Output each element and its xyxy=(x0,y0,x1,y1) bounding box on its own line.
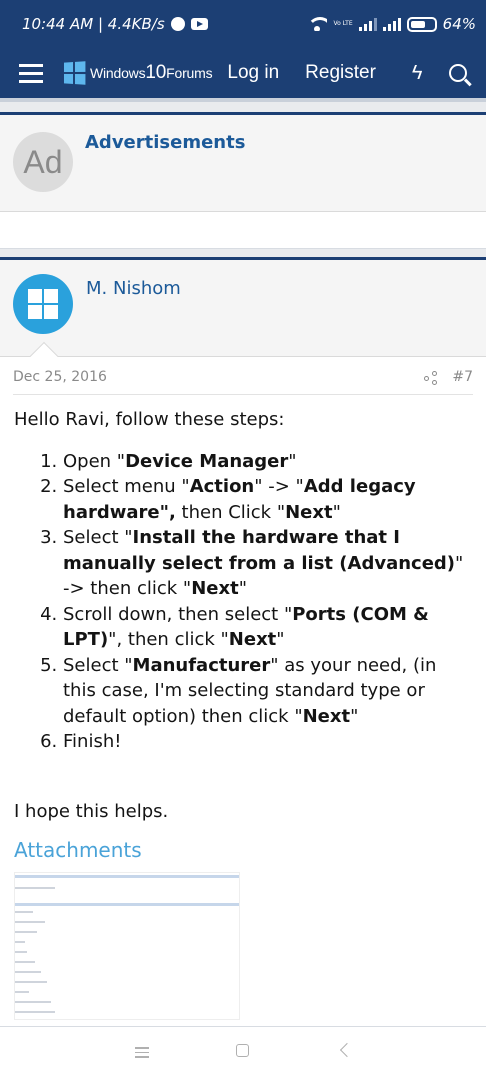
author-name[interactable]: M. Nishom xyxy=(86,278,181,299)
share-icon[interactable] xyxy=(424,371,438,385)
site-logo-text: Windows10Forums xyxy=(90,62,213,83)
system-navigation-bar xyxy=(0,1027,486,1080)
advertisement-card: Ad Advertisements xyxy=(0,112,486,249)
advertisement-header: Ad Advertisements xyxy=(0,115,486,212)
list-item: Select "Manufacturer" as your need, (in … xyxy=(63,653,472,730)
search-icon[interactable] xyxy=(448,64,467,82)
home-icon[interactable] xyxy=(236,1044,249,1057)
status-time: 10:44 AM | 4.4KB/s xyxy=(22,15,165,33)
list-item: Open "Device Manager" xyxy=(63,449,472,475)
attachments-title: Attachments xyxy=(14,838,142,862)
status-bar: 10:44 AM | 4.4KB/s Vo LTE 64% xyxy=(0,0,486,48)
list-item: Scroll down, then select "Ports (COM & L… xyxy=(63,602,472,653)
youtube-icon xyxy=(190,18,208,30)
user-avatar[interactable] xyxy=(13,274,73,334)
battery-percent: 64% xyxy=(442,15,476,33)
post-greeting: Hello Ravi, follow these steps: xyxy=(14,409,285,430)
volte-label: Vo LTE xyxy=(333,20,353,27)
post-body: Hello Ravi, follow these steps: Open "De… xyxy=(0,395,486,1020)
signal-icon-2 xyxy=(382,17,401,31)
site-logo[interactable]: Windows10Forums xyxy=(63,61,213,85)
attachment-thumbnail[interactable] xyxy=(14,871,240,1020)
windows-logo-icon xyxy=(28,289,58,319)
recent-apps-icon[interactable] xyxy=(135,1047,149,1061)
whats-new-bolt-icon[interactable]: ϟ xyxy=(412,62,423,85)
windows-logo-icon xyxy=(63,61,86,85)
steps-list: Open "Device Manager" Select menu "Actio… xyxy=(14,449,472,755)
list-item: Select "Install the hardware that I manu… xyxy=(63,525,472,602)
back-icon[interactable] xyxy=(339,1042,355,1058)
menu-icon[interactable] xyxy=(19,63,43,83)
list-item: Finish! xyxy=(63,729,472,755)
register-link[interactable]: Register xyxy=(305,62,376,84)
wifi-icon xyxy=(307,17,328,31)
list-item: Select menu "Action" -> "Add legacy hard… xyxy=(63,474,472,525)
post-closing: I hope this helps. xyxy=(14,800,169,822)
post-author-header: M. Nishom xyxy=(0,260,486,371)
post-meta: Dec 25, 2016 #7 xyxy=(13,357,473,395)
post-number[interactable]: #7 xyxy=(452,369,473,385)
site-header: Windows10Forums Log in Register ϟ xyxy=(0,48,486,102)
ad-avatar: Ad xyxy=(13,132,73,192)
signal-icon-1 xyxy=(358,17,377,31)
settings-icon xyxy=(170,17,185,31)
ad-title: Advertisements xyxy=(85,132,246,153)
login-link[interactable]: Log in xyxy=(227,62,279,84)
battery-icon xyxy=(406,16,437,32)
post-date[interactable]: Dec 25, 2016 xyxy=(13,369,107,385)
post-card: M. Nishom Dec 25, 2016 #7 Hello Ravi, fo… xyxy=(0,257,486,1027)
